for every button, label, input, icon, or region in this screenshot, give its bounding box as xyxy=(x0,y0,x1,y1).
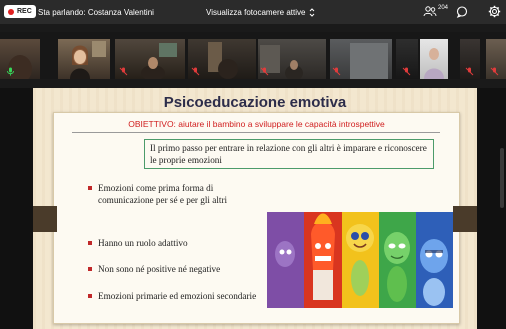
participant-tile[interactable] xyxy=(115,39,185,79)
bullet-square-icon xyxy=(88,241,92,245)
participant-tile[interactable] xyxy=(396,39,418,79)
slide-nav-right-tab xyxy=(453,206,477,232)
participant-video xyxy=(424,48,444,79)
slide-bullet: Non sono né positive né negative xyxy=(88,263,268,275)
participant-tile[interactable] xyxy=(486,39,506,79)
bullet-square-icon xyxy=(88,267,92,271)
participant-video xyxy=(70,41,106,79)
slide-bullet: Emozioni primarie ed emozioni secondarie xyxy=(88,290,268,302)
bullet-text: Hanno un ruolo adattivo xyxy=(98,238,188,248)
mic-muted-icon xyxy=(260,67,269,76)
bullet-text: Emozioni come prima forma di comunicazio… xyxy=(98,183,228,205)
rec-label: REC xyxy=(17,8,32,15)
participant-tile[interactable] xyxy=(58,39,110,79)
bullet-square-icon xyxy=(88,186,92,190)
inside-out-characters-image xyxy=(267,212,453,308)
participant-tile[interactable] xyxy=(420,39,448,79)
gear-icon[interactable] xyxy=(488,5,501,18)
slide-content-panel: OBIETTIVO: aiutare il bambino a sviluppa… xyxy=(53,112,460,324)
participant-tile[interactable] xyxy=(0,39,40,79)
chevron-updown-icon xyxy=(310,8,315,17)
participants-icon xyxy=(423,6,437,17)
participant-tile[interactable] xyxy=(258,39,326,79)
mic-muted-icon xyxy=(465,67,474,76)
participant-tile[interactable] xyxy=(188,39,256,79)
participant-gallery xyxy=(0,32,506,79)
participants-count: 204 xyxy=(438,5,449,11)
participants-button[interactable]: 204 xyxy=(423,5,448,17)
recording-badge[interactable]: REC xyxy=(4,5,36,18)
mic-muted-icon xyxy=(119,67,128,76)
participant-tile[interactable] xyxy=(460,39,480,79)
slide-bullet: Hanno un ruolo adattivo xyxy=(88,237,268,249)
screen-share-area: Psicoeducazione emotiva OBIETTIVO: aiuta… xyxy=(0,88,506,329)
slide-intro-box: Il primo passo per entrare in relazione … xyxy=(144,139,434,169)
objective-divider xyxy=(72,132,440,133)
record-dot-icon xyxy=(8,8,14,15)
scroll-handle[interactable] xyxy=(500,148,504,208)
slide-bullet: Emozioni come prima forma di comunicazio… xyxy=(88,182,268,206)
mic-muted-icon xyxy=(490,67,499,76)
bullet-text: Emozioni primarie ed emozioni secondarie xyxy=(98,291,257,301)
slide-nav-left-tab xyxy=(33,206,57,232)
slide-objective: OBIETTIVO: aiutare il bambino a sviluppa… xyxy=(128,119,385,129)
camera-view-label: Visualizza fotocamere attive xyxy=(206,8,306,17)
bullet-square-icon xyxy=(88,294,92,298)
active-speaker-label: Sta parlando: Costanza Valentini xyxy=(38,8,154,17)
participant-tile[interactable] xyxy=(330,39,392,79)
bullet-text: Non sono né positive né negative xyxy=(98,264,221,274)
chat-icon[interactable] xyxy=(456,6,468,18)
meeting-topbar: REC Sta parlando: Costanza Valentini Vis… xyxy=(0,0,506,24)
mic-muted-icon xyxy=(191,67,200,76)
mic-muted-icon xyxy=(332,67,341,76)
mic-muted-icon xyxy=(402,67,411,76)
camera-view-dropdown[interactable]: Visualizza fotocamere attive xyxy=(206,8,315,17)
presentation-slide: Psicoeducazione emotiva OBIETTIVO: aiuta… xyxy=(33,88,477,329)
slide-title: Psicoeducazione emotiva xyxy=(163,94,347,111)
mic-on-icon xyxy=(7,67,14,76)
